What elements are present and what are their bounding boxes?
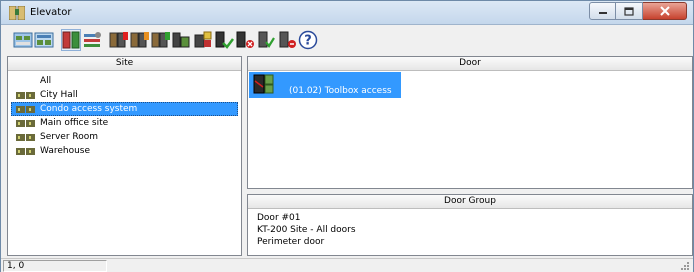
door-schedule-icon bbox=[151, 32, 170, 48]
door-generic-button[interactable] bbox=[256, 29, 276, 51]
resize-grip-icon[interactable] bbox=[680, 261, 690, 271]
sites-list-button[interactable] bbox=[34, 29, 54, 51]
door-remove-icon bbox=[279, 31, 296, 48]
site-icon bbox=[16, 119, 35, 127]
help-icon: ? bbox=[298, 30, 318, 50]
door-icon bbox=[253, 74, 274, 94]
door-generic-icon bbox=[258, 31, 275, 48]
minimize-icon bbox=[598, 12, 607, 14]
site-item-city-hall[interactable]: City Hall bbox=[8, 88, 241, 102]
toolbar: ? bbox=[1, 25, 693, 55]
door-configure-icon bbox=[194, 31, 212, 48]
site-list: All City Hall Condo access system Main o… bbox=[8, 71, 241, 158]
site-panel: Site All City Hall Condo access system M… bbox=[7, 56, 242, 256]
window-controls bbox=[589, 2, 687, 20]
minimize-button[interactable] bbox=[589, 2, 616, 20]
site-item-all[interactable]: All bbox=[8, 74, 241, 88]
svg-text:?: ? bbox=[304, 34, 312, 49]
title-bar[interactable]: Elevator bbox=[1, 1, 693, 25]
maximize-icon bbox=[624, 6, 634, 16]
status-bar: 1, 0 bbox=[1, 258, 693, 272]
door-configure-button[interactable] bbox=[193, 29, 213, 51]
elevator-doors-icon bbox=[62, 31, 80, 49]
unlock-door-icon bbox=[109, 32, 128, 48]
sites-list-icon bbox=[34, 32, 54, 48]
door-enable-icon bbox=[215, 31, 234, 49]
site-item-label: Server Room bbox=[40, 132, 99, 142]
lock-door-button[interactable] bbox=[130, 29, 150, 51]
close-icon bbox=[659, 6, 670, 16]
elevator-settings-icon bbox=[84, 32, 101, 47]
door-remove-button[interactable] bbox=[277, 29, 297, 51]
door-normal-button[interactable] bbox=[172, 29, 192, 51]
door-disable-button[interactable] bbox=[235, 29, 255, 51]
help-button[interactable]: ? bbox=[298, 29, 318, 51]
close-button[interactable] bbox=[643, 2, 687, 20]
door-group-item[interactable]: KT-200 Site - All doors bbox=[257, 224, 692, 236]
elevator-app-icon bbox=[8, 5, 26, 21]
site-icon bbox=[16, 147, 35, 155]
status-position: 1, 0 bbox=[3, 260, 107, 272]
door-normal-icon bbox=[172, 32, 190, 48]
window-title: Elevator bbox=[30, 7, 72, 18]
site-icon bbox=[16, 133, 35, 141]
elevator-settings-button[interactable] bbox=[82, 29, 102, 51]
door-group-item[interactable]: Door #01 bbox=[257, 212, 692, 224]
site-item-server-room[interactable]: Server Room bbox=[8, 130, 241, 144]
door-enable-button[interactable] bbox=[214, 29, 234, 51]
site-item-label: City Hall bbox=[40, 90, 78, 100]
elevator-doors-button[interactable] bbox=[61, 29, 81, 51]
site-item-label: Warehouse bbox=[40, 146, 91, 156]
site-item-label: Main office site bbox=[40, 118, 109, 128]
door-item-label: (01.02) Toolbox access bbox=[289, 86, 392, 96]
site-item-label: All bbox=[40, 76, 52, 86]
door-column-header[interactable]: Door bbox=[248, 57, 692, 71]
maximize-button[interactable] bbox=[616, 2, 643, 20]
door-schedule-button[interactable] bbox=[151, 29, 171, 51]
lock-door-icon bbox=[130, 32, 149, 48]
door-group-item[interactable]: Perimeter door bbox=[257, 236, 692, 248]
site-icon bbox=[16, 91, 35, 99]
door-panel: Door (01.02) Toolbox access bbox=[247, 56, 693, 189]
site-item-label: Condo access system bbox=[40, 104, 138, 114]
door-disable-icon bbox=[236, 31, 254, 48]
door-item-toolbox-access[interactable]: (01.02) Toolbox access bbox=[249, 72, 401, 98]
site-item-warehouse[interactable]: Warehouse bbox=[8, 144, 241, 158]
sites-view-icon bbox=[13, 32, 33, 48]
site-item-main-office-site[interactable]: Main office site bbox=[8, 116, 241, 130]
door-group-column-header[interactable]: Door Group bbox=[248, 195, 692, 209]
elevator-window: Elevator ? Site All City Hall Condo acce… bbox=[0, 0, 694, 272]
unlock-door-button[interactable] bbox=[109, 29, 129, 51]
site-icon bbox=[16, 105, 35, 113]
site-item-condo-access-system[interactable]: Condo access system bbox=[11, 102, 238, 116]
door-group-panel: Door Group Door #01 KT-200 Site - All do… bbox=[247, 194, 693, 256]
site-column-header[interactable]: Site bbox=[8, 57, 241, 71]
sites-view-button[interactable] bbox=[13, 29, 33, 51]
door-group-list: Door #01 KT-200 Site - All doors Perimet… bbox=[248, 209, 692, 248]
